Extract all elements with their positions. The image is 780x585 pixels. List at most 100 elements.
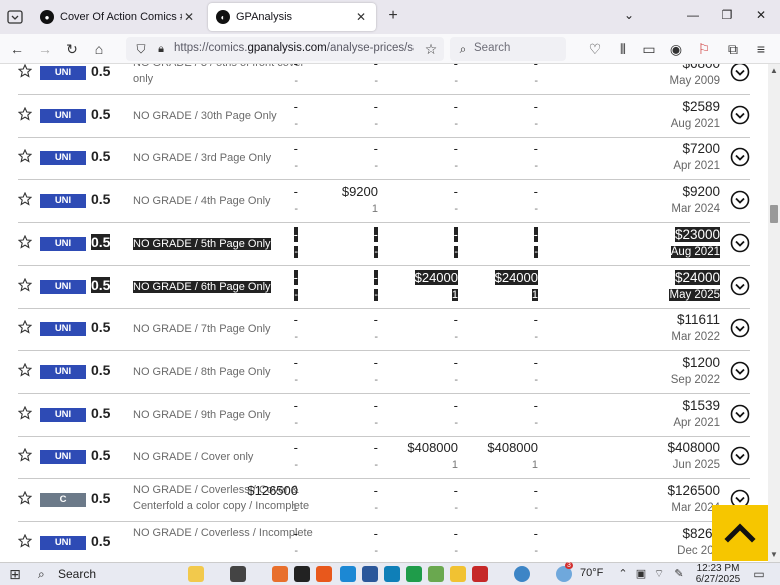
expand-chevron-icon[interactable] bbox=[730, 105, 750, 125]
table-row[interactable]: UNI 0.5 NO GRADE / 4th Page Only - - $92… bbox=[18, 180, 750, 224]
table-row[interactable]: UNI 0.5 NO GRADE / 6th Page Only - - - -… bbox=[18, 266, 750, 309]
account-icon[interactable]: ◉ bbox=[667, 40, 685, 58]
scrollbar-thumb[interactable] bbox=[770, 205, 778, 223]
tab-list-icon[interactable] bbox=[4, 6, 26, 28]
back-icon[interactable]: ← bbox=[8, 40, 26, 58]
forward-icon[interactable]: → bbox=[36, 40, 54, 58]
favorite-star-icon[interactable] bbox=[18, 320, 32, 334]
word-icon[interactable] bbox=[362, 566, 378, 582]
pocket-icon[interactable]: ♡ bbox=[586, 40, 604, 58]
favorite-star-icon[interactable] bbox=[18, 533, 32, 548]
expand-chevron-icon[interactable] bbox=[730, 404, 750, 424]
library-icon[interactable]: ⫴ bbox=[614, 40, 632, 58]
table-row[interactable]: UNI 0.5 NO GRADE / 8th Page Only - - - -… bbox=[18, 351, 750, 394]
app-icon[interactable] bbox=[340, 566, 356, 582]
file-explorer-icon[interactable] bbox=[450, 566, 466, 582]
favorite-star-icon[interactable] bbox=[18, 149, 32, 164]
last-sale-price: $2589 bbox=[682, 98, 720, 114]
table-row[interactable]: UNI 0.5 NO GRADE / Cover only - - - - $4… bbox=[18, 436, 750, 480]
home-icon[interactable]: ⌂ bbox=[90, 40, 108, 58]
app-icon[interactable] bbox=[294, 566, 310, 582]
close-tab-icon[interactable]: ✕ bbox=[354, 10, 368, 24]
last-sale-date: Apr 2021 bbox=[673, 160, 720, 173]
clock[interactable]: 12:23 PM 6/27/2025 bbox=[690, 563, 746, 585]
expand-chevron-icon[interactable] bbox=[730, 276, 750, 296]
price-value: - bbox=[453, 312, 458, 328]
table-row[interactable]: UNI 0.5 NO GRADE / 3rd Page Only - - - -… bbox=[18, 137, 750, 181]
app-icon[interactable] bbox=[472, 566, 488, 582]
sidebar-icon[interactable]: ▭ bbox=[640, 40, 658, 58]
close-window-icon[interactable]: ✕ bbox=[752, 8, 770, 22]
restore-icon[interactable]: ❐ bbox=[718, 8, 736, 22]
new-tab-icon[interactable]: + bbox=[384, 7, 402, 25]
search-bar[interactable]: ⌕ Search bbox=[450, 37, 566, 61]
back-to-top-button[interactable] bbox=[712, 505, 768, 561]
favorite-star-icon[interactable] bbox=[18, 277, 32, 292]
favorite-star-icon[interactable] bbox=[18, 491, 32, 505]
chevron-up-icon[interactable]: ⌃ bbox=[614, 565, 632, 583]
scroll-down-icon[interactable]: ▼ bbox=[770, 550, 778, 559]
shield-icon[interactable]: ⛉ bbox=[132, 40, 150, 58]
lock-icon[interactable]: 🔒︎ bbox=[152, 40, 170, 58]
start-icon[interactable]: ⊞ bbox=[6, 565, 24, 583]
list-all-tabs-icon[interactable]: ⌄ bbox=[620, 8, 638, 22]
table-row[interactable]: UNI 0.5 NO GRADE / 9th Page Only - - - -… bbox=[18, 394, 750, 437]
tab-gpanalysis[interactable]: ◐ GPAnalysis ✕ bbox=[208, 3, 376, 31]
expand-chevron-icon[interactable] bbox=[730, 361, 750, 381]
favorite-star-icon[interactable] bbox=[18, 192, 32, 206]
menu-icon[interactable]: ≡ bbox=[752, 40, 770, 58]
expand-chevron-icon[interactable] bbox=[730, 147, 750, 167]
taskbar-search[interactable]: ⌕ Search bbox=[30, 565, 180, 584]
url-text[interactable]: https://comics.gpanalysis.com/analyse-pr… bbox=[174, 42, 414, 54]
minimize-icon[interactable]: — bbox=[684, 8, 702, 22]
app-icon[interactable] bbox=[272, 566, 288, 582]
last-sale-price: $408000 bbox=[667, 440, 720, 456]
app-icon[interactable] bbox=[428, 566, 444, 582]
edge-icon[interactable] bbox=[384, 566, 400, 582]
expand-chevron-icon[interactable] bbox=[730, 190, 750, 210]
expand-chevron-icon[interactable] bbox=[730, 446, 750, 466]
sale-count: - bbox=[454, 331, 458, 344]
table-row[interactable]: UNI 0.5 NO GRADE / Coverless / Incomplet… bbox=[18, 522, 750, 562]
bookmark-star-icon[interactable]: ☆ bbox=[422, 40, 440, 58]
favorite-star-icon[interactable] bbox=[18, 106, 32, 121]
price-value: - bbox=[453, 226, 458, 242]
price-cell: - - bbox=[378, 526, 458, 559]
favorite-star-icon[interactable] bbox=[18, 234, 32, 249]
expand-chevron-icon[interactable] bbox=[730, 64, 750, 82]
expand-chevron-icon[interactable] bbox=[730, 318, 750, 338]
tray-icon[interactable]: ▣ bbox=[632, 565, 650, 583]
reload-icon[interactable]: ↻ bbox=[63, 40, 81, 58]
price-cell: - - bbox=[458, 99, 538, 132]
wifi-icon[interactable]: ⌔ bbox=[650, 565, 668, 583]
weather-icon[interactable]: 3 bbox=[556, 562, 573, 582]
expand-chevron-icon[interactable] bbox=[730, 233, 750, 253]
scroll-up-icon[interactable]: ▲ bbox=[770, 66, 778, 75]
tab-action-comics[interactable]: ● Cover Of Action Comics #1 Sol ✕ bbox=[32, 3, 204, 31]
url-bar[interactable]: ⛉ 🔒︎ https://comics.gpanalysis.com/analy… bbox=[126, 37, 444, 61]
task-view-icon[interactable] bbox=[230, 566, 246, 582]
price-value: - bbox=[533, 483, 538, 498]
firefox-icon[interactable] bbox=[316, 566, 332, 582]
last-sale-date: Mar 2024 bbox=[671, 203, 720, 216]
close-tab-icon[interactable]: ✕ bbox=[182, 10, 196, 24]
notifications-icon[interactable]: ▭ bbox=[750, 565, 768, 583]
price-value: - bbox=[533, 184, 538, 200]
page-scrollbar[interactable]: ▲ ▼ bbox=[768, 64, 780, 562]
favorite-star-icon[interactable] bbox=[18, 362, 32, 377]
table-row[interactable]: UNI 0.5 NO GRADE / 30th Page Only - - - … bbox=[18, 95, 750, 138]
favorite-star-icon[interactable] bbox=[18, 448, 32, 462]
extension-icon[interactable]: ⚐ bbox=[695, 40, 713, 58]
extensions-puzzle-icon[interactable]: ⧉ bbox=[724, 40, 742, 58]
table-row[interactable]: UNI 0.5 NO GRADE / 3 / 5ths of front cov… bbox=[18, 64, 750, 95]
app-icon[interactable] bbox=[406, 566, 422, 582]
favorite-star-icon[interactable] bbox=[18, 405, 32, 420]
table-row[interactable]: C 0.5 NO GRADE / Coverless / Cover & Cen… bbox=[18, 479, 750, 522]
favorite-star-icon[interactable] bbox=[18, 64, 32, 78]
table-row[interactable]: UNI 0.5 NO GRADE / 7th Page Only - - - -… bbox=[18, 308, 750, 352]
price-value: - bbox=[373, 397, 378, 413]
help-icon[interactable] bbox=[514, 566, 530, 582]
pineapple-widget-icon[interactable] bbox=[188, 566, 204, 582]
pen-icon[interactable]: ✎ bbox=[670, 565, 688, 583]
table-row[interactable]: UNI 0.5 NO GRADE / 5th Page Only - - - -… bbox=[18, 223, 750, 266]
